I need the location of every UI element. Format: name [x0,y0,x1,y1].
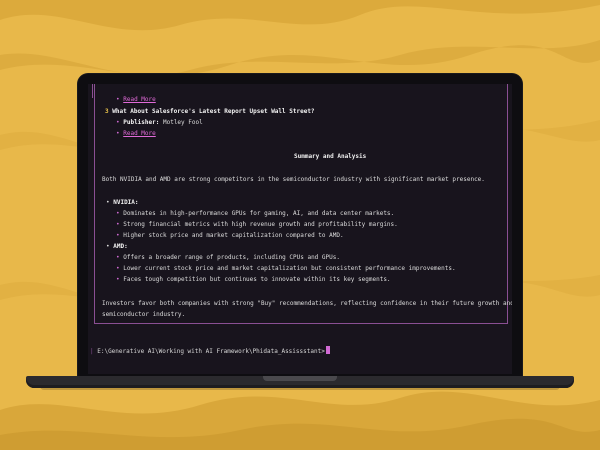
text-cursor [325,346,330,354]
amd-point: Lower current stock price and market cap… [123,265,456,272]
publisher-label: Publisher: [123,119,160,126]
news-title: What About Salesforce's Latest Report Up… [112,108,315,115]
laptop-notch [263,376,337,381]
list-item: • Dominates in high-performance GPUs for… [116,210,394,218]
amd-point: Offers a broader range of products, incl… [123,254,340,261]
list-item: • Offers a broader range of products, in… [116,254,340,262]
terminal-window[interactable]: • Read More 3 What About Salesforce's La… [88,84,512,374]
conclusion-line: Investors favor both companies with stro… [102,300,512,307]
amd-label: AMD: [113,243,128,250]
news-item-title: 3 What About Salesforce's Latest Report … [105,108,315,116]
list-item: • Strong financial metrics with high rev… [116,221,398,229]
command-prompt[interactable]: | E:\Generative AI\Working with AI Frame… [90,346,330,356]
read-more-link[interactable]: Read More [123,96,156,103]
list-item: • Higher stock price and market capitali… [116,232,344,240]
prompt-path: E:\Generative AI\Working with AI Framewo… [97,348,325,355]
list-item: • Lower current stock price and market c… [116,265,456,273]
list-item: • Publisher: Motley Fool [116,119,203,127]
nvidia-point: Higher stock price and market capitaliza… [123,232,344,239]
panel-edge [92,84,93,98]
list-item: • Faces tough competition but continues … [116,276,391,284]
nvidia-heading: • NVIDIA: [106,199,139,207]
conclusion-line: semiconductor industry. [102,311,186,318]
intro-text: Both NVIDIA and AMD are strong competito… [102,176,485,183]
amd-heading: • AMD: [106,243,128,251]
nvidia-point: Strong financial metrics with high reven… [123,221,398,228]
nvidia-point: Dominates in high-performance GPUs for g… [123,210,395,217]
list-item: • Read More [116,130,156,138]
amd-point: Faces tough competition but continues to… [123,276,391,283]
publisher-value: Motley Fool [162,119,203,126]
item-number: 3 [105,108,109,115]
read-more-link[interactable]: Read More [123,130,156,137]
list-item: • Read More [116,96,156,104]
summary-heading: Summary and Analysis [294,153,367,160]
nvidia-label: NVIDIA: [113,199,139,206]
